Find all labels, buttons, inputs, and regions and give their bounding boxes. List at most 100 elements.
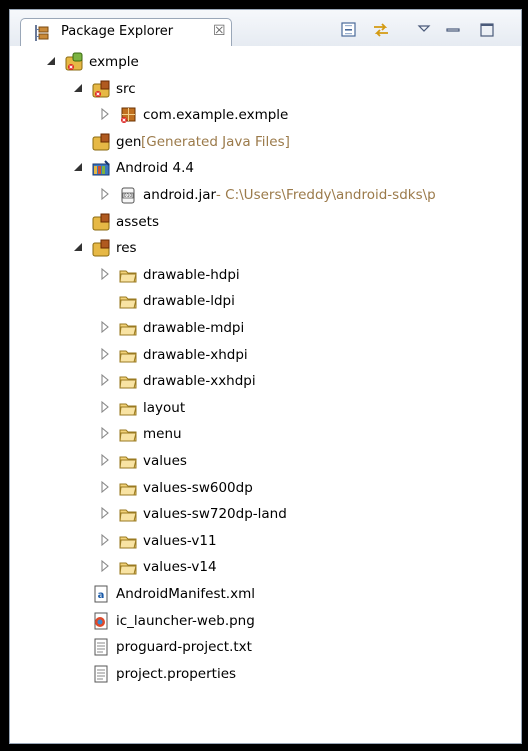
tree-item-label: src xyxy=(116,80,136,97)
minimize-icon[interactable] xyxy=(444,21,462,39)
tree-item-label: drawable-mdpi xyxy=(143,320,245,336)
twisty-collapsed-icon[interactable] xyxy=(98,187,112,201)
tree-item-android-jar[interactable]: 010 android.jar - C:\Users\Freddy\android… xyxy=(10,183,521,207)
tab-package-explorer[interactable]: Package Explorer ☒ xyxy=(20,18,232,46)
folder-icon xyxy=(119,536,137,549)
twisty-expanded-icon[interactable] xyxy=(71,160,85,174)
tree-item-drawable-ldpi[interactable]: drawable-ldpi xyxy=(10,289,521,313)
tree-item-label: values-sw600dp xyxy=(143,479,253,496)
tree-item-label: com.example.exmple xyxy=(143,107,289,124)
tree-item-label: AndroidManifest.xml xyxy=(116,586,255,602)
tree-item-decoration: [Generated Java Files] xyxy=(141,133,290,150)
text-file-icon xyxy=(94,665,108,683)
collapse-all-icon[interactable] xyxy=(340,21,358,39)
tree-item-assets[interactable]: assets xyxy=(10,210,521,234)
package-explorer-view: Package Explorer ☒ exmple src com.example.… xyxy=(9,9,522,744)
package-error-icon xyxy=(121,107,136,124)
twisty-collapsed-icon[interactable] xyxy=(98,506,112,520)
tree-item-res[interactable]: res xyxy=(10,236,521,260)
link-with-editor-icon[interactable] xyxy=(372,21,390,39)
tree-item-androidmanifest-xml[interactable]: a AndroidManifest.xml xyxy=(10,582,521,606)
tree-item-label: gen xyxy=(116,133,142,150)
tree-item-label: proguard-project.txt xyxy=(116,639,252,656)
tree-item-label: values xyxy=(143,453,187,469)
tree-item-label: values-v14 xyxy=(143,559,217,576)
twisty-collapsed-icon[interactable] xyxy=(98,400,112,414)
tree-item-values-sw600dp[interactable]: values-sw600dp xyxy=(10,476,521,500)
twisty-collapsed-icon[interactable] xyxy=(98,320,112,334)
text-file-icon xyxy=(94,638,108,656)
image-file-icon xyxy=(94,612,108,630)
tree-item-label: menu xyxy=(143,426,182,443)
twisty-collapsed-icon[interactable] xyxy=(98,453,112,467)
project-tree: exmple src com.example.exmple gen [Generate… xyxy=(10,46,521,743)
folder-icon xyxy=(119,483,137,496)
tree-item-label: drawable-ldpi xyxy=(143,293,235,310)
xml-file-icon: a xyxy=(94,585,108,603)
source-folder-icon xyxy=(92,213,110,231)
tree-item-menu[interactable]: menu xyxy=(10,422,521,446)
twisty-expanded-icon[interactable] xyxy=(71,81,85,95)
twisty-collapsed-icon[interactable] xyxy=(98,267,112,281)
tree-item-android-4-4[interactable]: Android 4.4 xyxy=(10,156,521,180)
twisty-expanded-icon[interactable] xyxy=(44,54,58,68)
tree-item-drawable-xxhdpi[interactable]: drawable-xxhdpi xyxy=(10,369,521,393)
tree-item-label: drawable-hdpi xyxy=(143,266,240,283)
twisty-expanded-icon[interactable] xyxy=(71,240,85,254)
tree-item-label: ic_launcher-web.png xyxy=(116,612,255,629)
folder-icon xyxy=(119,296,137,309)
tree-item-values-sw720dp-land[interactable]: values-sw720dp-land xyxy=(10,502,521,526)
tree-item-exmple[interactable]: exmple xyxy=(10,50,521,74)
tree-item-label: android.jar xyxy=(143,187,217,203)
tree-item-drawable-mdpi[interactable]: drawable-mdpi xyxy=(10,316,521,340)
view-toolbar: Package Explorer ☒ xyxy=(10,10,521,46)
maximize-icon[interactable] xyxy=(478,21,496,39)
tree-item-label: res xyxy=(116,240,137,257)
folder-icon xyxy=(119,350,137,363)
twisty-collapsed-icon[interactable] xyxy=(98,533,112,547)
tree-item-src[interactable]: src xyxy=(10,77,521,101)
folder-icon xyxy=(119,562,137,575)
tree-item-drawable-hdpi[interactable]: drawable-hdpi xyxy=(10,263,521,287)
tree-item-values-v14[interactable]: values-v14 xyxy=(10,555,521,579)
jar-icon: 010 xyxy=(121,187,135,204)
tree-item-label: drawable-xhdpi xyxy=(143,346,248,363)
tree-item-proguard-project-txt[interactable]: proguard-project.txt xyxy=(10,635,521,659)
source-folder-icon xyxy=(92,239,110,257)
folder-icon xyxy=(119,456,137,469)
folder-icon xyxy=(119,270,137,283)
tree-item-com-example-exmple[interactable]: com.example.exmple xyxy=(10,103,521,127)
twisty-collapsed-icon[interactable] xyxy=(98,559,112,573)
tree-item-label: drawable-xxhdpi xyxy=(143,373,256,390)
tree-item-project-properties[interactable]: project.properties xyxy=(10,662,521,686)
close-icon[interactable]: ☒ xyxy=(213,23,226,39)
twisty-collapsed-icon[interactable] xyxy=(98,480,112,494)
tree-item-values[interactable]: values xyxy=(10,449,521,473)
library-icon xyxy=(92,160,110,176)
svg-text:a: a xyxy=(98,590,105,601)
folder-icon xyxy=(119,509,137,522)
folder-icon xyxy=(119,376,137,389)
tree-item-label: assets xyxy=(116,213,159,230)
tree-item-label: values-sw720dp-land xyxy=(143,506,287,523)
tree-item-values-v11[interactable]: values-v11 xyxy=(10,529,521,553)
tree-item-label: layout xyxy=(143,399,186,416)
folder-icon xyxy=(119,403,137,416)
twisty-collapsed-icon[interactable] xyxy=(98,373,112,387)
twisty-collapsed-icon[interactable] xyxy=(98,107,112,121)
tree-item-label: project.properties xyxy=(116,665,237,682)
tree-item-label: Android 4.4 xyxy=(116,160,194,177)
tree-item-drawable-xhdpi[interactable]: drawable-xhdpi xyxy=(10,343,521,367)
twisty-collapsed-icon[interactable] xyxy=(98,347,112,361)
tree-item-layout[interactable]: layout xyxy=(10,396,521,420)
view-menu-icon[interactable] xyxy=(415,21,433,39)
source-folder-error-icon xyxy=(92,80,110,98)
tree-item-label: values-v11 xyxy=(143,532,217,549)
android-project-icon xyxy=(65,52,83,71)
tree-item-gen[interactable]: gen [Generated Java Files] xyxy=(10,130,521,154)
folder-icon xyxy=(119,429,137,442)
tree-item-ic-launcher-web-png[interactable]: ic_launcher-web.png xyxy=(10,609,521,633)
svg-text:010: 010 xyxy=(124,193,133,199)
folder-icon xyxy=(119,323,137,336)
twisty-collapsed-icon[interactable] xyxy=(98,426,112,440)
